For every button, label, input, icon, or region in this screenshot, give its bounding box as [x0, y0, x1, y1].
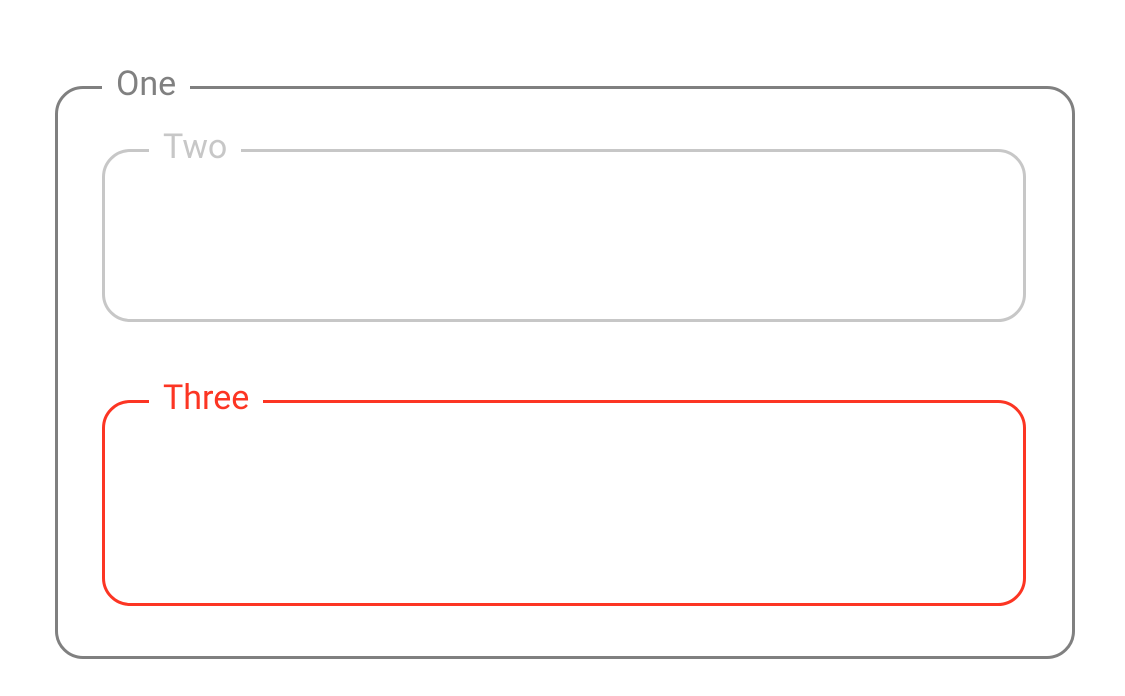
groupbox-three-label: Three	[149, 381, 263, 415]
groupbox-one-label: One	[102, 67, 190, 101]
groupbox-two: Two	[102, 149, 1026, 322]
groupbox-two-label: Two	[149, 130, 241, 164]
groupbox-three: Three	[102, 400, 1026, 606]
